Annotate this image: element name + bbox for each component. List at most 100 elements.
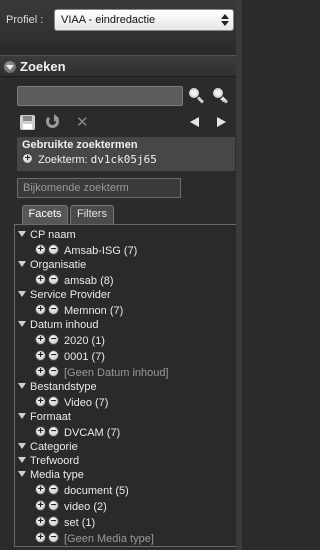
minus-circle-icon[interactable]: − [48, 334, 59, 345]
plus-circle-icon[interactable]: + [35, 244, 46, 255]
triangle-down-icon[interactable] [18, 457, 26, 463]
facet-group-categorie[interactable]: Categorie [18, 441, 78, 453]
facet-group-label: Datum inhoud [30, 319, 99, 331]
facet-item: + − DVCAM (7) [35, 426, 120, 439]
tab-facets[interactable]: Facets [22, 205, 68, 224]
minus-circle-icon[interactable]: − [48, 274, 59, 285]
facet-item: + − Amsab-ISG (7) [35, 244, 137, 257]
facet-item-label[interactable]: amsab (8) [64, 275, 114, 287]
facet-group-formaat[interactable]: Formaat [18, 411, 71, 423]
minus-circle-icon[interactable]: − [48, 366, 59, 377]
facet-item-label[interactable]: [Geen Datum inhoud] [64, 367, 169, 379]
search-input[interactable] [17, 86, 183, 106]
plus-circle-icon[interactable]: + [35, 484, 46, 495]
triangle-down-icon[interactable] [18, 383, 26, 389]
profile-select-value: VIAA - eindredactie [61, 14, 156, 26]
triangle-down-icon[interactable] [18, 443, 26, 449]
facet-item: + − [Geen Datum inhoud] [35, 366, 169, 379]
facet-item: + − Memnon (7) [35, 304, 123, 317]
search-icon[interactable] [189, 88, 205, 104]
add-search-icon[interactable]: + [213, 88, 229, 106]
minus-circle-icon[interactable]: − [48, 244, 59, 255]
facet-item-label[interactable]: DVCAM (7) [64, 427, 120, 439]
facet-item-label[interactable]: document (5) [64, 485, 129, 497]
facet-item-label[interactable]: 0001 (7) [64, 351, 105, 363]
facet-group-label: Categorie [30, 441, 78, 453]
plus-circle-icon[interactable]: + [35, 516, 46, 527]
facet-tree: CP naam + − Amsab-ISG (7) Organisatie + − am… [14, 224, 238, 547]
minus-circle-icon[interactable]: − [48, 516, 59, 527]
scrollbar[interactable] [236, 0, 242, 550]
facet-group-trefwoord[interactable]: Trefwoord [18, 455, 79, 467]
panel-title: Zoeken [20, 59, 66, 74]
plus-circle-icon[interactable]: + [22, 153, 33, 164]
facet-group-label: Formaat [30, 411, 71, 423]
triangle-down-icon[interactable] [18, 471, 26, 477]
plus-circle-icon[interactable]: + [35, 366, 46, 377]
profile-bar: Profiel : VIAA - eindredactie [0, 0, 242, 46]
facet-item-label[interactable]: Video (7) [64, 397, 108, 409]
select-arrows-icon [221, 13, 229, 27]
plus-circle-icon[interactable]: + [35, 396, 46, 407]
facet-item: + − document (5) [35, 484, 129, 497]
facet-item-label[interactable]: 2020 (1) [64, 335, 105, 347]
facet-item: + − amsab (8) [35, 274, 114, 287]
used-term-label: Zoekterm: [38, 154, 88, 166]
minus-circle-icon[interactable]: − [48, 350, 59, 361]
triangle-down-icon[interactable] [18, 231, 26, 237]
facet-group-datum-inhoud[interactable]: Datum inhoud [18, 319, 99, 331]
plus-circle-icon[interactable]: + [35, 426, 46, 437]
plus-glyph: + [220, 95, 226, 106]
minus-circle-icon[interactable]: − [48, 500, 59, 511]
collapse-icon[interactable] [4, 61, 16, 73]
save-icon[interactable] [20, 115, 35, 130]
facet-item: + −0001 (7) [35, 350, 105, 363]
triangle-down-icon[interactable] [18, 321, 26, 327]
tab-filters[interactable]: Filters [70, 205, 114, 224]
plus-circle-icon[interactable]: + [35, 334, 46, 345]
facet-group-label: Trefwoord [30, 455, 80, 467]
facet-item-label[interactable]: Memnon (7) [64, 305, 123, 317]
facet-group-media-type[interactable]: Media type [18, 469, 84, 481]
profile-label: Profiel : [6, 14, 44, 26]
facet-item: + − [Geen Media type] [35, 532, 154, 545]
facet-group-label: Media type [30, 469, 84, 481]
facet-group-bestandstype[interactable]: Bestandstype [18, 381, 97, 393]
magnifier-handle [196, 96, 205, 104]
facet-group-label: Bestandstype [30, 381, 97, 393]
facet-group-label: Service Provider [30, 289, 111, 301]
facet-group-cp-naam[interactable]: CP naam [18, 229, 76, 241]
plus-circle-icon[interactable]: + [35, 274, 46, 285]
arrow-right-icon[interactable] [217, 117, 226, 127]
extra-term-input[interactable]: Bijkomende zoekterm [17, 178, 181, 198]
used-terms-title: Gebruikte zoektermen [22, 139, 138, 151]
facet-item: + − video (2) [35, 500, 107, 513]
minus-circle-icon[interactable]: − [48, 532, 59, 543]
plus-circle-icon[interactable]: + [35, 500, 46, 511]
facet-group-service-provider[interactable]: Service Provider [18, 289, 111, 301]
facet-group-label: Organisatie [30, 259, 87, 271]
facet-item-label[interactable]: set (1) [64, 517, 95, 529]
triangle-down-icon[interactable] [18, 261, 26, 267]
clear-icon[interactable]: ✕ [76, 113, 89, 131]
search-panel-header[interactable]: Zoeken [0, 55, 242, 77]
triangle-down-icon[interactable] [18, 413, 26, 419]
minus-circle-icon[interactable]: − [48, 396, 59, 407]
facet-item-label[interactable]: Amsab-ISG (7) [64, 245, 137, 257]
triangle-down-icon[interactable] [18, 291, 26, 297]
profile-select[interactable]: VIAA - eindredactie [54, 9, 234, 31]
refresh-arrowhead [54, 114, 59, 122]
plus-circle-icon[interactable]: + [35, 532, 46, 543]
used-terms-panel: Gebruikte zoektermen + Zoekterm: dv1ck05… [17, 137, 235, 171]
plus-circle-icon[interactable]: + [35, 350, 46, 361]
facet-group-organisatie[interactable]: Organisatie [18, 259, 86, 271]
minus-circle-icon[interactable]: − [48, 426, 59, 437]
minus-circle-icon[interactable]: − [48, 484, 59, 495]
plus-circle-icon[interactable]: + [35, 304, 46, 315]
refresh-icon[interactable] [45, 114, 61, 130]
minus-circle-icon[interactable]: − [48, 304, 59, 315]
facet-item-label[interactable]: video (2) [64, 501, 107, 513]
facet-item-label[interactable]: [Geen Media type] [64, 533, 154, 545]
used-term-value: dv1ck05j65 [90, 153, 157, 166]
arrow-left-icon[interactable] [190, 117, 199, 127]
